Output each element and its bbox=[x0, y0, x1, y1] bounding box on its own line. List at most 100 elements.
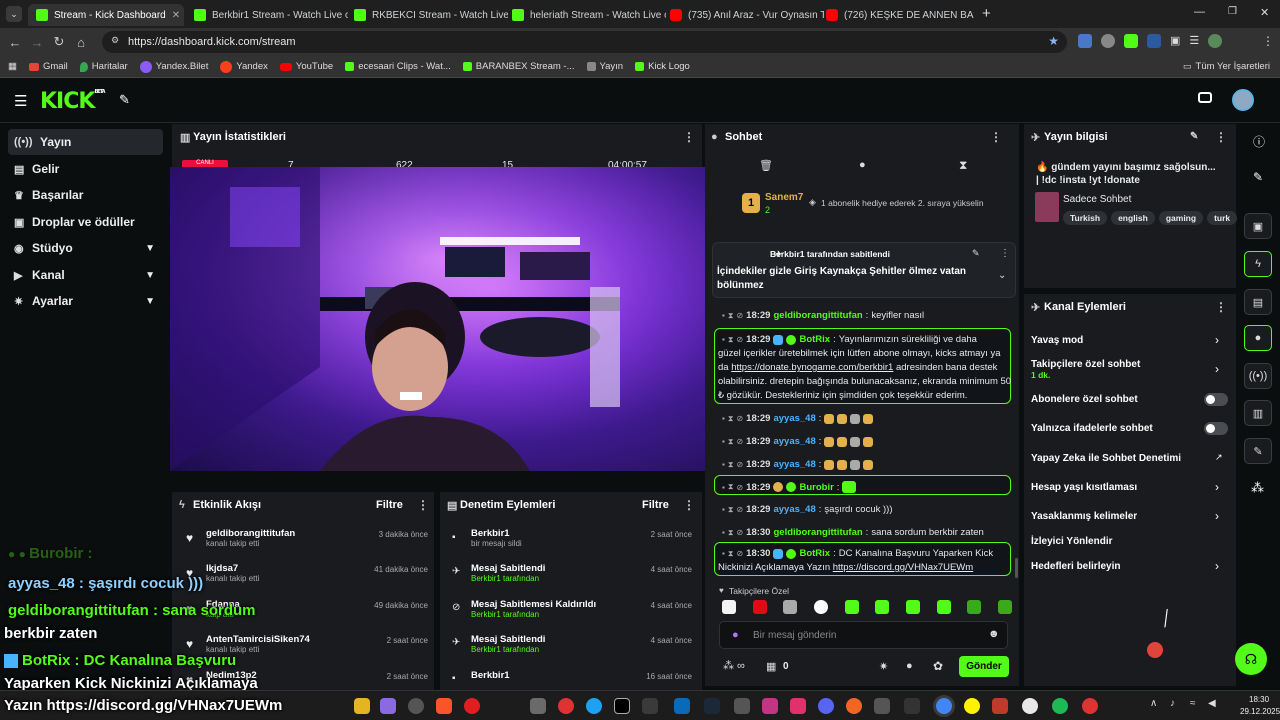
taskbar-app-icon[interactable] bbox=[354, 698, 370, 714]
action-account-age[interactable]: Hesap yaşı kısıtlaması bbox=[1031, 482, 1137, 493]
emotes-only-toggle[interactable] bbox=[1204, 422, 1228, 435]
rail-button-active[interactable]: ● bbox=[1244, 325, 1272, 351]
donate-link[interactable]: https://donate.bynogame.com/berkbir1 bbox=[731, 362, 893, 373]
taskbar-app-icon[interactable] bbox=[874, 698, 890, 714]
more-options-icon[interactable]: ⋮ bbox=[1000, 248, 1010, 259]
sidebar-item-gelir[interactable]: ▤ Gelir bbox=[8, 156, 163, 182]
chat-bubble-icon[interactable]: ● bbox=[906, 660, 913, 672]
action-subs-only[interactable]: Abonelere özel sohbet bbox=[1031, 394, 1138, 405]
hourglass-icon[interactable]: ⧗ bbox=[959, 158, 967, 173]
hourglass-icon[interactable]: ⧗ bbox=[728, 528, 734, 538]
sidebar-item-droplar[interactable]: ▣ Droplar ve ödüller bbox=[8, 209, 163, 235]
sidebar-item-studyo[interactable]: ◉ Stüdyo ▼ bbox=[8, 235, 163, 261]
bookmark-star-icon[interactable]: ★ bbox=[1048, 34, 1059, 48]
emote-picker-icon[interactable]: ✿ bbox=[933, 659, 943, 673]
sidebar-item-ayarlar[interactable]: ✷ Ayarlar ▼ bbox=[8, 288, 163, 314]
ban-icon[interactable]: ⊘ bbox=[736, 549, 743, 558]
browser-tab[interactable]: (735) Anıl Araz - Vur Oynasın Tı✕ bbox=[662, 4, 824, 26]
store-icon[interactable]: ▦ bbox=[766, 660, 776, 673]
browser-tab[interactable]: Berkbir1 Stream - Watch Live o✕ bbox=[186, 4, 348, 26]
ban-icon[interactable]: ⊘ bbox=[736, 335, 743, 344]
tab-search-button[interactable]: ⌄ bbox=[6, 6, 22, 22]
more-options-icon[interactable]: ⋮ bbox=[683, 498, 695, 512]
ban-icon[interactable]: ⊘ bbox=[736, 460, 743, 469]
taskbar-app-icon[interactable] bbox=[992, 698, 1008, 714]
ban-icon[interactable]: ⊘ bbox=[736, 483, 743, 492]
external-link-icon[interactable]: ↗ bbox=[1215, 452, 1223, 463]
hourglass-icon[interactable]: ⧗ bbox=[728, 482, 734, 492]
rail-button[interactable]: ((•)) bbox=[1244, 363, 1272, 389]
clock-time[interactable]: 18:30 bbox=[1249, 695, 1269, 704]
chat-message[interactable]: ▪ ⧗ ⊘ 18:30 geldiborangittitufan: sana sordum… bbox=[722, 527, 984, 538]
activity-item[interactable]: ♥ geldiborangittitufan kanalı takip etti 3 … bbox=[186, 528, 428, 548]
reload-icon[interactable]: ↻ bbox=[48, 34, 70, 50]
ban-icon[interactable]: ⊘ bbox=[736, 311, 743, 320]
chevron-right-icon[interactable]: › bbox=[1215, 333, 1219, 347]
chevron-right-icon[interactable]: › bbox=[1215, 480, 1219, 494]
taskbar-app-icon[interactable] bbox=[762, 698, 778, 714]
minimize-icon[interactable]: — bbox=[1194, 6, 1205, 18]
moderation-item[interactable]: ▪ Berkbir1 bir mesajı sildi 2 saat önce bbox=[452, 528, 692, 548]
taskbar-app-icon[interactable] bbox=[964, 698, 980, 714]
more-options-icon[interactable]: ⋮ bbox=[417, 498, 429, 512]
bookmark-baranbex[interactable]: BARANBEX Stream -... bbox=[462, 61, 575, 72]
activity-filter-button[interactable]: Filtre bbox=[376, 499, 403, 511]
new-tab-button[interactable]: + bbox=[982, 5, 991, 22]
browser-menu-icon[interactable]: ⋮ bbox=[1262, 34, 1274, 48]
reading-list-icon[interactable]: ☰ bbox=[1189, 34, 1199, 50]
ban-icon[interactable]: ⊘ bbox=[736, 528, 743, 537]
taskbar-app-icon[interactable] bbox=[614, 698, 630, 714]
emote-icon[interactable] bbox=[936, 600, 951, 614]
chat-message[interactable]: ▪ ⧗ ⊘ 18:29 ayyas_48: bbox=[722, 459, 874, 470]
chat-bubble-icon[interactable]: ● bbox=[859, 159, 866, 171]
more-options-icon[interactable]: ⋮ bbox=[683, 130, 695, 144]
bookmark-youtube[interactable]: YouTube bbox=[279, 61, 333, 72]
rail-button[interactable]: ▥ bbox=[1244, 400, 1272, 426]
trash-icon[interactable]: ▪ bbox=[722, 414, 725, 423]
taskbar-app-icon[interactable] bbox=[436, 698, 452, 714]
kick-points-icon[interactable]: ⁂ bbox=[723, 659, 734, 672]
stream-video-preview[interactable] bbox=[170, 167, 710, 471]
taskbar-app-icon[interactable] bbox=[674, 698, 690, 714]
chat-message[interactable]: ▪ ⧗ ⊘ 18:29 ayyas_48: bbox=[722, 436, 874, 447]
emote-icon[interactable] bbox=[783, 600, 798, 614]
bookmark-yayin[interactable]: Yayın bbox=[586, 61, 623, 72]
taskbar-app-icon[interactable] bbox=[936, 698, 952, 714]
trash-icon[interactable]: ▪ bbox=[722, 483, 725, 492]
tag[interactable]: english bbox=[1111, 211, 1155, 225]
chevron-down-icon[interactable]: ⌄ bbox=[998, 270, 1006, 281]
message-user[interactable]: geldiborangittitufan bbox=[773, 527, 862, 538]
message-user[interactable]: ayyas_48 bbox=[773, 504, 815, 515]
subs-only-toggle[interactable] bbox=[1204, 393, 1228, 406]
forward-icon[interactable]: → bbox=[26, 35, 48, 50]
hourglass-icon[interactable]: ⧗ bbox=[728, 505, 734, 515]
chat-input[interactable]: ● Bir mesaj gönderin ☻ bbox=[719, 621, 1008, 649]
hourglass-icon[interactable]: ⧗ bbox=[728, 460, 734, 470]
bookmark-ecesaari[interactable]: ecesaari Clips - Wat... bbox=[345, 61, 451, 72]
menu-hamburger-icon[interactable]: ☰ bbox=[14, 92, 27, 110]
ban-icon[interactable]: ⊘ bbox=[736, 437, 743, 446]
message-user[interactable]: ayyas_48 bbox=[773, 436, 815, 447]
taskbar-app-icon[interactable] bbox=[558, 698, 574, 714]
all-bookmarks[interactable]: ▭ Tüm Yer İşaretleri bbox=[1183, 61, 1270, 72]
action-followers-only[interactable]: Takipçilere özel sohbet 1 dk. bbox=[1031, 359, 1140, 380]
taskbar-app-icon[interactable] bbox=[1022, 698, 1038, 714]
taskbar-app-icon[interactable] bbox=[704, 698, 720, 714]
taskbar-app-icon[interactable] bbox=[1082, 698, 1098, 714]
more-options-icon[interactable]: ⋮ bbox=[1215, 300, 1227, 314]
bookmark-yandex-bilet[interactable]: Yandex.Bilet bbox=[139, 60, 208, 73]
taskbar-app-icon[interactable] bbox=[408, 698, 424, 714]
extension-icon[interactable] bbox=[1147, 34, 1161, 48]
volume-icon[interactable]: ◀ bbox=[1208, 698, 1216, 709]
browser-tab[interactable]: RKBEKCI Stream - Watch Live o✕ bbox=[346, 4, 508, 26]
rail-button-active[interactable]: ϟ bbox=[1244, 251, 1272, 277]
emoji-icon[interactable]: ☻ bbox=[988, 628, 1000, 640]
emote-icon[interactable] bbox=[844, 600, 859, 614]
studio-shortcut-icon[interactable] bbox=[1198, 92, 1212, 103]
tag[interactable]: turk bbox=[1207, 211, 1238, 225]
trash-icon[interactable]: ▪ bbox=[722, 311, 725, 320]
rail-button[interactable]: ▤ bbox=[1244, 289, 1272, 315]
info-icon[interactable]: ⓘ bbox=[1253, 133, 1265, 150]
ban-icon[interactable]: ⊘ bbox=[736, 414, 743, 423]
microphone-icon[interactable]: ♪ bbox=[1170, 698, 1175, 709]
